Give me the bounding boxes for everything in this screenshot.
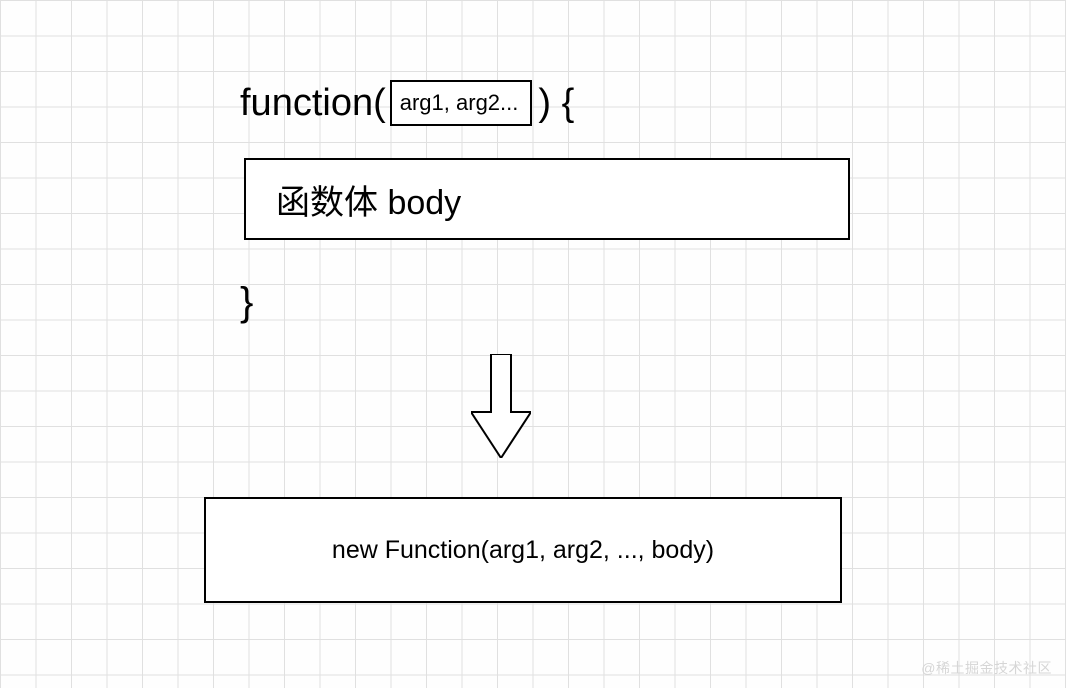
arguments-box: arg1, arg2... xyxy=(390,80,533,126)
function-body-label: 函数体 body xyxy=(276,175,461,224)
diagram-content: function( arg1, arg2... ) { 函数体 body } n… xyxy=(0,0,1066,688)
down-arrow-icon xyxy=(471,354,531,458)
watermark-text: @稀土掘金技术社区 xyxy=(921,658,1052,678)
function-close-brace: } xyxy=(240,280,253,325)
function-body-box: 函数体 body xyxy=(244,158,850,240)
new-function-text: new Function(arg1, arg2, ..., body) xyxy=(332,536,714,565)
function-keyword-open: function( xyxy=(240,84,386,122)
function-after-args: ) { xyxy=(538,84,574,122)
new-function-box: new Function(arg1, arg2, ..., body) xyxy=(204,497,842,603)
function-signature-row: function( arg1, arg2... ) { xyxy=(240,75,574,131)
